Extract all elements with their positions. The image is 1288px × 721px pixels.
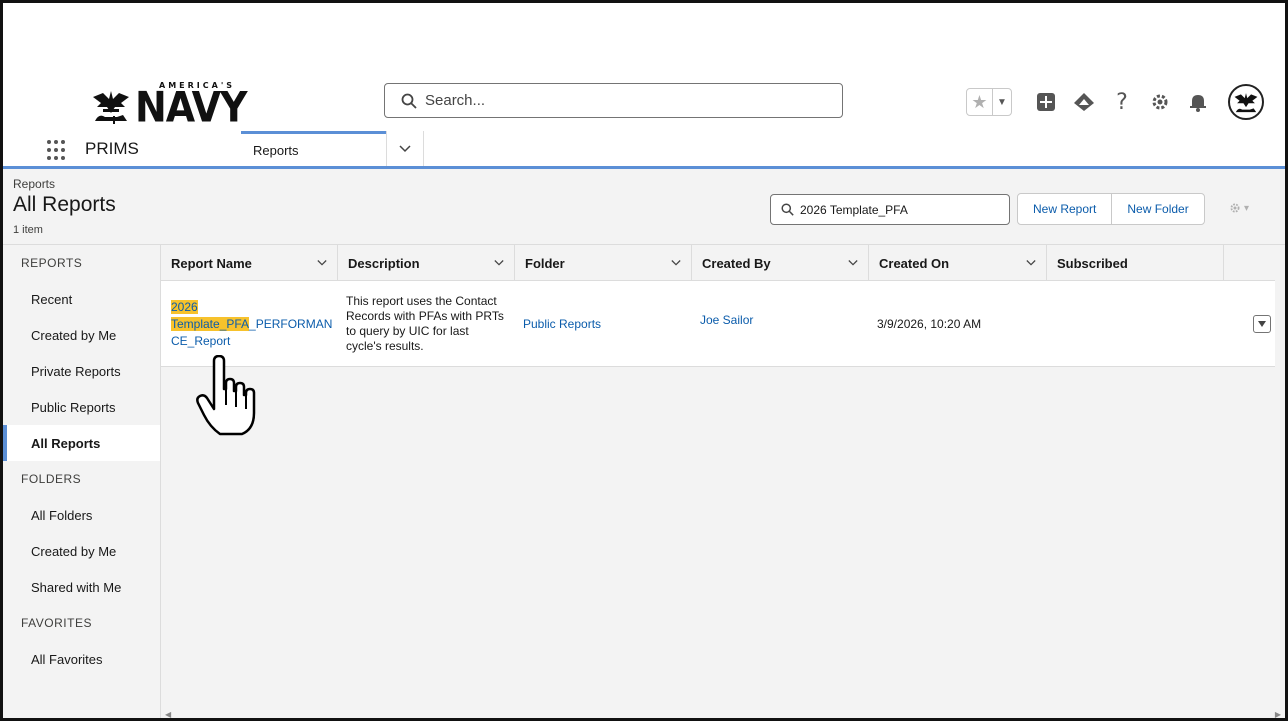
global-search-input[interactable]: Search... <box>384 83 843 118</box>
tab-reports-dropdown[interactable] <box>386 131 424 166</box>
tab-reports[interactable]: Reports <box>241 131 386 166</box>
search-placeholder: Search... <box>425 92 486 109</box>
column-header-subscribed[interactable]: Subscribed <box>1047 245 1224 281</box>
subscribed-cell <box>1047 281 1224 367</box>
created-on-cell: 3/9/2026, 10:20 AM <box>877 317 982 331</box>
chevron-down-icon[interactable] <box>848 258 858 268</box>
sidebar-section-folders: FOLDERS <box>21 472 82 486</box>
list-actions-button-group: New Report New Folder <box>1017 193 1205 225</box>
report-name-link[interactable]: 2026 Template_PFA_PERFORMAN CE_Report <box>171 299 332 350</box>
column-label: Subscribed <box>1057 255 1128 271</box>
table-row[interactable]: 2026 Template_PFA_PERFORMAN CE_Report Th… <box>161 281 1275 367</box>
reports-table: Report Name Description Folder Created B… <box>161 245 1285 718</box>
table-header: Report Name Description Folder Created B… <box>161 245 1275 281</box>
new-folder-button[interactable]: New Folder <box>1111 194 1204 224</box>
sidebar-item-all-favorites[interactable]: All Favorites <box>3 641 160 677</box>
app-launcher-icon[interactable] <box>47 139 69 161</box>
column-label: Report Name <box>171 255 252 271</box>
navy-emblem-icon <box>1234 93 1258 113</box>
navy-logo[interactable]: AMERICA'S NAVY <box>89 75 248 132</box>
add-icon[interactable] <box>1034 90 1058 114</box>
sidebar-item-all-reports[interactable]: All Reports <box>3 425 160 461</box>
search-icon <box>401 93 417 109</box>
breadcrumb: Reports <box>13 177 56 191</box>
sidebar-item-recent[interactable]: Recent <box>3 281 160 317</box>
folder-link[interactable]: Public Reports <box>523 317 601 331</box>
help-icon[interactable]: ? <box>1110 90 1134 115</box>
caret-down-icon <box>1258 321 1266 327</box>
column-header-report-name[interactable]: Report Name <box>161 245 338 281</box>
chevron-down-icon[interactable] <box>317 258 327 268</box>
new-report-button[interactable]: New Report <box>1018 194 1112 224</box>
app-name: PRIMS <box>85 139 139 158</box>
logo-text: NAVY <box>135 82 248 132</box>
reports-sidebar: REPORTS Recent Created by Me Private Rep… <box>3 245 161 718</box>
column-header-created-by[interactable]: Created By <box>692 245 869 281</box>
search-highlight: Template_PFA <box>171 316 250 331</box>
eagle-emblem-icon <box>93 91 129 124</box>
sidebar-item-folders-created-by-me[interactable]: Created by Me <box>3 533 160 569</box>
column-header-folder[interactable]: Folder <box>515 245 692 281</box>
chevron-down-icon <box>399 144 411 152</box>
sidebar-section-favorites: FAVORITES <box>21 616 92 630</box>
favorites-dropdown-icon[interactable]: ▼ <box>993 89 1011 115</box>
setup-gear-icon[interactable] <box>1148 90 1172 114</box>
search-icon <box>781 203 794 216</box>
hand-pointer-cursor-icon <box>196 355 256 436</box>
column-label: Created By <box>702 255 771 271</box>
item-count: 1 item <box>13 224 43 236</box>
app-navigation-bar: PRIMS Reports <box>3 131 1285 169</box>
scroll-right-arrow-icon[interactable]: ▶ <box>1275 710 1281 718</box>
sidebar-item-public-reports[interactable]: Public Reports <box>3 389 160 425</box>
notifications-bell-icon[interactable] <box>1186 90 1210 114</box>
row-actions-cell <box>1224 281 1275 367</box>
row-action-dropdown-button[interactable] <box>1253 315 1271 333</box>
header-utility-icons: ★ ▼ ? <box>966 82 1264 122</box>
chevron-down-icon[interactable] <box>494 258 504 268</box>
sidebar-item-private-reports[interactable]: Private Reports <box>3 353 160 389</box>
report-name-text: _PERFORMAN <box>249 316 333 331</box>
sidebar-section-reports: REPORTS <box>21 256 83 270</box>
folder-cell: Public Reports <box>515 281 692 367</box>
column-header-actions <box>1224 245 1275 281</box>
page-title: All Reports <box>13 193 116 216</box>
chevron-down-icon[interactable] <box>1026 258 1036 268</box>
horizontal-scrollbar[interactable]: ◀ ▶ <box>161 709 1285 718</box>
report-search-value: 2026 Template_PFA <box>800 202 908 217</box>
report-search-input[interactable]: 2026 Template_PFA <box>770 194 1010 225</box>
column-label: Description <box>348 255 420 271</box>
sidebar-item-created-by-me[interactable]: Created by Me <box>3 317 160 353</box>
scroll-left-arrow-icon[interactable]: ◀ <box>165 710 171 718</box>
favorites-button-group: ★ ▼ <box>966 88 1012 116</box>
column-label: Created On <box>879 255 950 271</box>
report-name-text: CE_Report <box>171 333 231 348</box>
column-header-created-on[interactable]: Created On <box>869 245 1047 281</box>
user-avatar[interactable] <box>1228 84 1264 120</box>
trailhead-icon[interactable] <box>1072 90 1096 114</box>
description-cell: This report uses the Contact Records wit… <box>346 294 504 353</box>
sidebar-item-all-folders[interactable]: All Folders <box>3 497 160 533</box>
created-by-cell: Joe Sailor <box>692 281 869 367</box>
app-frame: AMERICA'S NAVY Search... ★ ▼ ? PRIMS Rep… <box>0 0 1288 721</box>
global-header: AMERICA'S NAVY Search... ★ ▼ ? <box>3 3 1285 131</box>
star-icon[interactable]: ★ <box>967 89 993 115</box>
search-highlight: 2026 <box>171 299 198 314</box>
list-settings-gear-icon[interactable]: ▾ <box>1229 202 1249 214</box>
column-header-description[interactable]: Description <box>338 245 515 281</box>
column-label: Folder <box>525 255 565 271</box>
chevron-down-icon[interactable] <box>671 258 681 268</box>
created-by-link[interactable]: Joe Sailor <box>700 313 753 327</box>
sidebar-item-shared-with-me[interactable]: Shared with Me <box>3 569 160 605</box>
list-view-header: Reports All Reports 1 item 2026 Template… <box>3 169 1285 245</box>
